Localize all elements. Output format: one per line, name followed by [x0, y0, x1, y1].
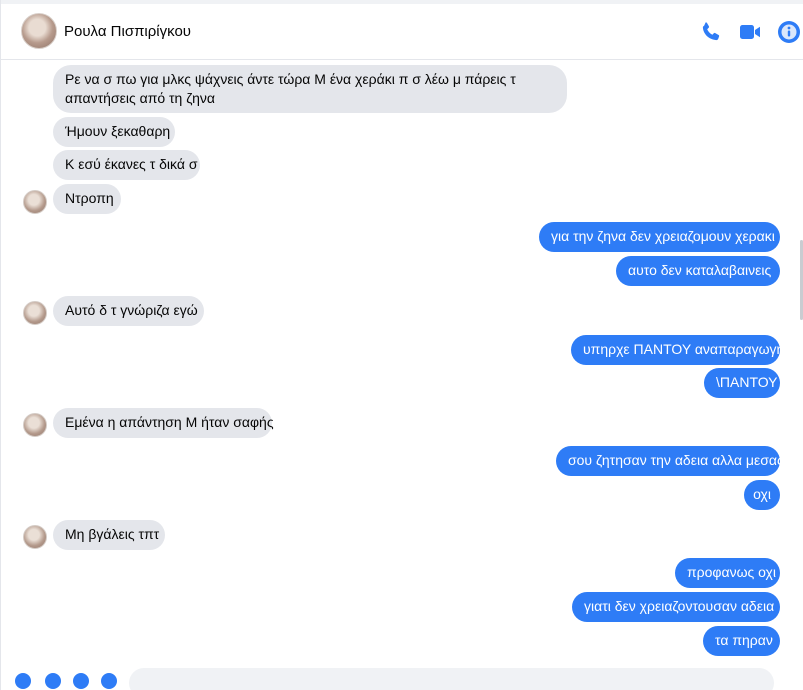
camera-icon[interactable] — [45, 673, 61, 689]
message-text: προφανως οχι — [687, 564, 777, 580]
message-text: Αυτό δ τ γνώριζα εγώ — [65, 302, 198, 318]
sender-avatar[interactable] — [23, 525, 47, 549]
chat-header: Ρουλα Πισπιρίγκου — [1, 4, 803, 60]
outgoing-message: τα πηραν — [703, 626, 780, 656]
info-icon[interactable] — [777, 20, 801, 44]
message-text: σου ζητησαν την αδεια αλλα μεσας — [568, 452, 784, 468]
message-input[interactable] — [129, 668, 774, 690]
microphone-icon[interactable] — [101, 673, 117, 689]
incoming-message: Αυτό δ τ γνώριζα εγώ — [53, 296, 204, 326]
outgoing-message: αυτο δεν καταλαβαινεις — [616, 256, 780, 286]
message-text: γιατι δεν χρειαζοντουσαν αδεια — [584, 598, 775, 614]
contact-avatar[interactable] — [21, 13, 57, 49]
message-text: υπηρχε ΠΑΝΤΟΥ αναπαραγωγη — [583, 341, 785, 357]
message-line: απαντήσεις από τη ζηνα — [65, 90, 216, 106]
messenger-chat-window: Ρουλα Πισπιρίγκου Ρε να σ πω για μλκς ψά… — [0, 0, 803, 690]
message-composer — [1, 664, 803, 690]
message-text: Ντροπη — [65, 190, 114, 206]
outgoing-message: σου ζητησαν την αδεια αλλα μεσας — [556, 446, 784, 476]
incoming-message: Ρε να σ πω για μλκς ψάχνεις άντε τώρα Μ … — [53, 65, 567, 113]
outgoing-message: προφανως οχι — [675, 558, 780, 588]
video-camera-icon[interactable] — [738, 20, 762, 44]
message-text: για την ζηνα δεν χρειαζομουν χερακι — [551, 228, 775, 244]
message-text: \ΠΑΝΤΟΥ — [716, 374, 778, 390]
message-line: Ρε να σ πω για μλκς ψάχνεις άντε τώρα Μ … — [65, 71, 516, 87]
message-text: τα πηραν — [715, 632, 773, 648]
more-actions-icon[interactable] — [15, 673, 31, 689]
sender-avatar[interactable] — [23, 413, 47, 437]
incoming-message: Εμένα η απάντηση Μ ήταν σαφής — [53, 408, 274, 438]
sender-avatar[interactable] — [23, 301, 47, 325]
contact-name[interactable]: Ρουλα Πισπιρίγκου — [64, 23, 191, 40]
message-text: Εμένα η απάντηση Μ ήταν σαφής — [65, 414, 274, 430]
phone-icon[interactable] — [699, 20, 723, 44]
message-thread: Ρε να σ πω για μλκς ψάχνεις άντε τώρα Μ … — [1, 60, 803, 662]
outgoing-message: \ΠΑΝΤΟΥ — [704, 368, 780, 398]
outgoing-message: οχι — [744, 480, 780, 510]
incoming-message: Μη βγάλεις τπτ — [53, 520, 165, 550]
message-text: Κ εσύ έκανες τ δικά σ — [65, 156, 198, 172]
message-text: αυτο δεν καταλαβαινεις — [628, 262, 772, 278]
message-text: Ήμουν ξεκαθαρη — [65, 123, 171, 139]
incoming-message: Ήμουν ξεκαθαρη — [53, 117, 175, 147]
message-text: οχι — [753, 486, 771, 502]
gallery-icon[interactable] — [73, 673, 89, 689]
message-text: Μη βγάλεις τπτ — [65, 526, 160, 542]
outgoing-message: γιατι δεν χρειαζοντουσαν αδεια — [572, 592, 780, 622]
outgoing-message: υπηρχε ΠΑΝΤΟΥ αναπαραγωγη — [571, 335, 784, 365]
sender-avatar[interactable] — [23, 190, 47, 214]
outgoing-message: για την ζηνα δεν χρειαζομουν χερακι — [539, 222, 780, 252]
incoming-message: Ντροπη — [53, 184, 121, 214]
incoming-message: Κ εσύ έκανες τ δικά σ — [53, 150, 200, 180]
